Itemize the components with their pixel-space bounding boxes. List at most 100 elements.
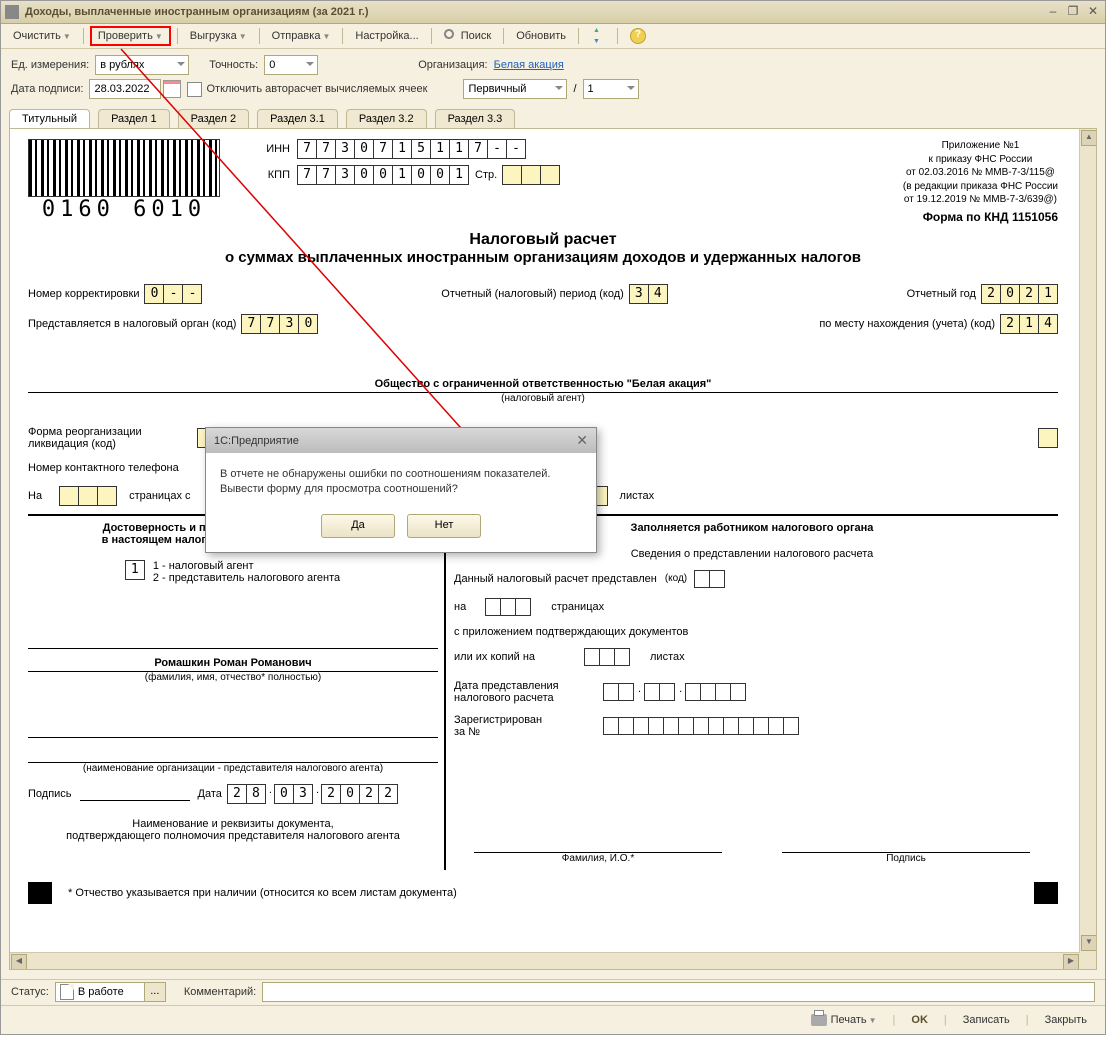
scroll-right-icon[interactable]: ▶ bbox=[1063, 954, 1079, 970]
tabs: Титульный Раздел 1 Раздел 2 Раздел 3.1 Р… bbox=[1, 109, 1105, 128]
kpp-label: КПП bbox=[250, 169, 290, 181]
help-button[interactable]: ? bbox=[624, 26, 655, 46]
r-code-cells bbox=[695, 570, 725, 588]
sign-date-cells[interactable]: 28.03.2022 bbox=[228, 784, 398, 804]
expand-button[interactable] bbox=[585, 27, 611, 45]
dialog-yes-button[interactable]: Да bbox=[321, 514, 395, 538]
form-title-2: о суммах выплаченных иностранным организ… bbox=[28, 249, 1058, 266]
kpp-cells[interactable]: 773001001 bbox=[298, 165, 469, 185]
maximize-button[interactable]: ❐ bbox=[1065, 4, 1081, 20]
tax-org-cells[interactable]: 7730 bbox=[242, 314, 318, 334]
params-panel: Ед. измерения: в рублях Точность: 0 Орга… bbox=[1, 49, 1105, 109]
tab-section-3-3[interactable]: Раздел 3.3 bbox=[435, 109, 516, 128]
toolbar: Очистить▼ Проверить▼ Выгрузка▼ Отправка▼… bbox=[1, 24, 1105, 49]
window-title: Доходы, выплаченные иностранным организа… bbox=[25, 6, 1041, 18]
doc-note: Наименование и реквизиты документа, подт… bbox=[28, 818, 438, 842]
unit-select[interactable]: в рублях bbox=[95, 55, 189, 75]
org-link[interactable]: Белая акация bbox=[494, 59, 564, 71]
send-button[interactable]: Отправка▼ bbox=[266, 28, 337, 44]
settings-button[interactable]: Настройка... bbox=[349, 28, 424, 44]
comment-label: Комментарий: bbox=[184, 986, 256, 998]
search-icon bbox=[444, 29, 458, 43]
precision-select[interactable]: 0 bbox=[264, 55, 318, 75]
footer: Печать▼ | OK | Записать | Закрыть bbox=[1, 1005, 1105, 1034]
sign-label: Подпись bbox=[28, 788, 72, 800]
help-icon: ? bbox=[630, 28, 646, 44]
close-button[interactable]: Закрыть bbox=[1037, 1011, 1095, 1029]
export-button[interactable]: Выгрузка▼ bbox=[184, 28, 253, 44]
r-reg-cells bbox=[604, 717, 799, 735]
sign-date-label: Дата подписи: bbox=[11, 83, 83, 95]
r-fio: Фамилия, И.О.* bbox=[474, 853, 722, 864]
page-cells[interactable] bbox=[503, 165, 560, 185]
precision-label: Точность: bbox=[209, 59, 258, 71]
status-field[interactable]: В работе bbox=[55, 982, 145, 1002]
reorg-label: Форма реорганизации ликвидация (код) bbox=[28, 426, 198, 450]
r-on: на bbox=[454, 601, 466, 613]
printer-icon bbox=[811, 1014, 827, 1026]
status-label: Статус: bbox=[11, 986, 49, 998]
status-select-button[interactable]: ... bbox=[144, 982, 166, 1002]
r-sheets: листах bbox=[650, 651, 685, 663]
period-cells[interactable]: 34 bbox=[630, 284, 668, 304]
check-dialog: 1С:Предприятие ✕ В отчете не обнаружены … bbox=[205, 427, 597, 553]
print-button[interactable]: Печать▼ bbox=[803, 1011, 885, 1029]
calendar-icon[interactable] bbox=[163, 80, 181, 98]
barcode: 0160 6010 bbox=[28, 139, 220, 222]
corr-cells[interactable]: 0-- bbox=[145, 284, 202, 304]
scroll-up-icon[interactable]: ▲ bbox=[1081, 130, 1097, 146]
sign-date-lbl: Дата bbox=[198, 788, 222, 800]
reorg-inn[interactable] bbox=[1039, 428, 1058, 448]
doc-icon bbox=[60, 984, 74, 1000]
confirm-flag-cell[interactable]: 1 bbox=[126, 560, 145, 580]
close-window-button[interactable]: ✕ bbox=[1085, 4, 1101, 20]
clear-button[interactable]: Очистить▼ bbox=[7, 28, 77, 44]
check-button[interactable]: Проверить▼ bbox=[90, 26, 171, 46]
r-presented: Данный налоговый расчет представлен bbox=[454, 573, 657, 585]
r-code: (код) bbox=[665, 573, 687, 584]
org-full: Общество с ограниченной ответственностью… bbox=[28, 378, 1058, 393]
tab-section-2[interactable]: Раздел 2 bbox=[178, 109, 250, 128]
inn-cells[interactable]: 7730715117-- bbox=[298, 139, 526, 159]
tab-title[interactable]: Титульный bbox=[9, 109, 90, 128]
place-cells[interactable]: 214 bbox=[1001, 314, 1058, 334]
corr-label: Номер корректировки bbox=[28, 288, 139, 300]
scroll-down-icon[interactable]: ▼ bbox=[1081, 935, 1097, 951]
search-button[interactable]: Поиск bbox=[438, 27, 497, 45]
tab-section-3-1[interactable]: Раздел 3.1 bbox=[257, 109, 338, 128]
dialog-close-icon[interactable]: ✕ bbox=[576, 432, 588, 449]
unit-label: Ед. измерения: bbox=[11, 59, 89, 71]
sign-date-input[interactable]: 28.03.2022 bbox=[89, 79, 161, 99]
year-cells[interactable]: 2021 bbox=[982, 284, 1058, 304]
vertical-scrollbar[interactable]: ▲ ▼ bbox=[1079, 129, 1096, 969]
tab-section-3-2[interactable]: Раздел 3.2 bbox=[346, 109, 427, 128]
r-copies-cells bbox=[585, 648, 630, 666]
dialog-body: В отчете не обнаружены ошибки по соотнош… bbox=[206, 453, 596, 506]
fio-hint: (фамилия, имя, отчество* полностью) bbox=[28, 672, 438, 683]
autocount-checkbox[interactable] bbox=[187, 82, 202, 97]
expand-icon bbox=[591, 29, 605, 43]
tab-section-1[interactable]: Раздел 1 bbox=[98, 109, 170, 128]
autocount-label: Отключить авторасчет вычисляемых ячеек bbox=[206, 83, 427, 95]
num-select[interactable]: 1 bbox=[583, 79, 639, 99]
year-label: Отчетный год bbox=[907, 288, 976, 300]
titlebar: Доходы, выплаченные иностранным организа… bbox=[1, 1, 1105, 24]
horizontal-scrollbar[interactable]: ◀ ▶ bbox=[10, 952, 1080, 969]
primary-select[interactable]: Первичный bbox=[463, 79, 567, 99]
agent-note: (налоговый агент) bbox=[28, 393, 1058, 404]
save-button[interactable]: Записать bbox=[955, 1011, 1018, 1029]
comment-input[interactable] bbox=[262, 982, 1095, 1002]
r-on-cells bbox=[486, 598, 531, 616]
confirm-1: 1 - налоговый агент bbox=[153, 560, 340, 572]
minimize-button[interactable]: – bbox=[1045, 4, 1061, 20]
footnote: * Отчество указывается при наличии (отно… bbox=[68, 887, 457, 899]
dialog-no-button[interactable]: Нет bbox=[407, 514, 481, 538]
refresh-button[interactable]: Обновить bbox=[510, 28, 572, 44]
scroll-left-icon[interactable]: ◀ bbox=[11, 954, 27, 970]
on-label: На bbox=[28, 490, 42, 502]
sheets-label: листах bbox=[620, 490, 655, 502]
ok-button[interactable]: OK bbox=[903, 1011, 936, 1029]
on-pages-cells[interactable] bbox=[60, 486, 117, 506]
black-marker-left bbox=[28, 882, 52, 904]
r-attach: с приложением подтверждающих документов bbox=[454, 626, 1050, 638]
